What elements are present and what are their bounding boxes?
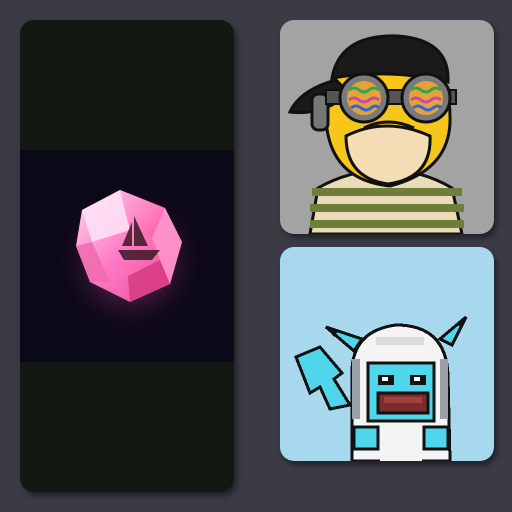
duck-avatar-card[interactable] [280,20,494,234]
pink-crystal-gem-icon [20,150,234,362]
pixel-creature-icon [294,315,468,461]
gem-card[interactable] [20,20,234,492]
nft-gallery [0,0,512,512]
pixel-avatar-card[interactable] [280,247,494,461]
duck-avatar-icon [287,34,464,234]
lightning-tail [294,345,353,411]
